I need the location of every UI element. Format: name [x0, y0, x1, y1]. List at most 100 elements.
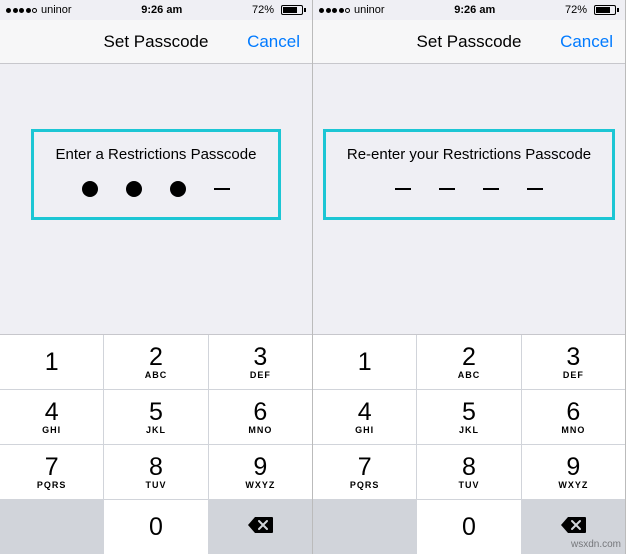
key-letters: PQRS: [350, 480, 380, 490]
numeric-keypad: 1 2ABC 3DEF 4GHI 5JKL 6MNO 7PQRS 8TUV 9W…: [0, 334, 312, 554]
signal-strength-icon: [319, 8, 350, 13]
key-0[interactable]: 0: [417, 500, 520, 554]
carrier-label: uninor: [41, 4, 72, 16]
carrier-label: uninor: [354, 4, 385, 16]
key-letters: TUV: [458, 480, 479, 490]
key-2[interactable]: 2ABC: [417, 335, 520, 389]
key-letters: ABC: [145, 370, 168, 380]
passcode-dot: [439, 181, 455, 197]
key-letters: WXYZ: [558, 480, 588, 490]
status-right: 72%: [252, 4, 306, 16]
key-7[interactable]: 7PQRS: [313, 445, 416, 499]
backspace-icon: [559, 515, 587, 540]
status-left: uninor: [319, 4, 385, 16]
key-backspace[interactable]: [522, 500, 625, 554]
key-number: 0: [462, 515, 476, 540]
passcode-dot: [483, 181, 499, 197]
key-5[interactable]: 5JKL: [104, 390, 207, 444]
numeric-keypad: 1 2ABC 3DEF 4GHI 5JKL 6MNO 7PQRS 8TUV 9W…: [313, 334, 625, 554]
status-time: 9:26 am: [454, 4, 495, 16]
key-4[interactable]: 4GHI: [0, 390, 103, 444]
key-6[interactable]: 6MNO: [209, 390, 312, 444]
nav-bar: Set Passcode Cancel: [0, 20, 312, 64]
passcode-dot: [527, 181, 543, 197]
key-blank: [313, 500, 416, 554]
key-number: 9: [566, 455, 580, 480]
key-number: 6: [253, 400, 267, 425]
key-number: 2: [462, 345, 476, 370]
passcode-prompt-label: Re-enter your Restrictions Passcode: [347, 146, 591, 163]
key-letters: DEF: [563, 370, 584, 380]
key-6[interactable]: 6MNO: [522, 390, 625, 444]
passcode-indicator: [82, 181, 230, 197]
key-4[interactable]: 4GHI: [313, 390, 416, 444]
key-backspace[interactable]: [209, 500, 312, 554]
key-8[interactable]: 8TUV: [417, 445, 520, 499]
key-0[interactable]: 0: [104, 500, 207, 554]
nav-title: Set Passcode: [104, 32, 209, 52]
key-number: 8: [149, 455, 163, 480]
key-3[interactable]: 3DEF: [522, 335, 625, 389]
key-letters: DEF: [250, 370, 271, 380]
content-area: Enter a Restrictions Passcode: [0, 64, 312, 334]
key-letters: GHI: [355, 425, 374, 435]
key-5[interactable]: 5JKL: [417, 390, 520, 444]
cancel-button[interactable]: Cancel: [560, 20, 613, 63]
signal-strength-icon: [6, 8, 37, 13]
battery-icon: [278, 5, 306, 15]
key-letters: MNO: [561, 425, 585, 435]
key-2[interactable]: 2ABC: [104, 335, 207, 389]
key-letters: PQRS: [37, 480, 67, 490]
backspace-icon: [246, 515, 274, 540]
battery-icon: [591, 5, 619, 15]
key-9[interactable]: 9WXYZ: [209, 445, 312, 499]
key-number: 2: [149, 345, 163, 370]
passcode-prompt-box: Enter a Restrictions Passcode: [31, 129, 281, 220]
key-letters: MNO: [248, 425, 272, 435]
key-number: 9: [253, 455, 267, 480]
key-9[interactable]: 9WXYZ: [522, 445, 625, 499]
key-letters: ABC: [458, 370, 481, 380]
battery-percent: 72%: [252, 4, 274, 16]
passcode-dot: [170, 181, 186, 197]
key-number: 5: [462, 400, 476, 425]
status-right: 72%: [565, 4, 619, 16]
key-1[interactable]: 1: [313, 335, 416, 389]
phone-screen-reenter-passcode: uninor 9:26 am 72% Set Passcode Cancel R…: [313, 0, 626, 554]
key-number: 6: [566, 400, 580, 425]
key-letters: JKL: [146, 425, 166, 435]
key-number: 4: [45, 400, 59, 425]
key-number: 8: [462, 455, 476, 480]
battery-percent: 72%: [565, 4, 587, 16]
passcode-prompt-box: Re-enter your Restrictions Passcode: [323, 129, 615, 220]
passcode-dot: [82, 181, 98, 197]
key-letters: GHI: [42, 425, 61, 435]
cancel-button[interactable]: Cancel: [247, 20, 300, 63]
nav-title: Set Passcode: [417, 32, 522, 52]
key-number: 4: [358, 400, 372, 425]
passcode-prompt-label: Enter a Restrictions Passcode: [56, 146, 257, 163]
key-number: 7: [45, 455, 59, 480]
key-number: 3: [253, 345, 267, 370]
key-letters: JKL: [459, 425, 479, 435]
key-1[interactable]: 1: [0, 335, 103, 389]
key-3[interactable]: 3DEF: [209, 335, 312, 389]
key-8[interactable]: 8TUV: [104, 445, 207, 499]
nav-bar: Set Passcode Cancel: [313, 20, 625, 64]
key-7[interactable]: 7PQRS: [0, 445, 103, 499]
passcode-dot: [214, 181, 230, 197]
status-bar: uninor 9:26 am 72%: [313, 0, 625, 20]
status-bar: uninor 9:26 am 72%: [0, 0, 312, 20]
status-left: uninor: [6, 4, 72, 16]
passcode-indicator: [395, 181, 543, 197]
key-number: 0: [149, 515, 163, 540]
passcode-dot: [126, 181, 142, 197]
passcode-dot: [395, 181, 411, 197]
status-time: 9:26 am: [141, 4, 182, 16]
key-letters: TUV: [145, 480, 166, 490]
key-number: 7: [358, 455, 372, 480]
key-number: 1: [45, 350, 59, 375]
phone-screen-enter-passcode: uninor 9:26 am 72% Set Passcode Cancel E…: [0, 0, 313, 554]
content-area: Re-enter your Restrictions Passcode: [313, 64, 625, 334]
key-blank: [0, 500, 103, 554]
